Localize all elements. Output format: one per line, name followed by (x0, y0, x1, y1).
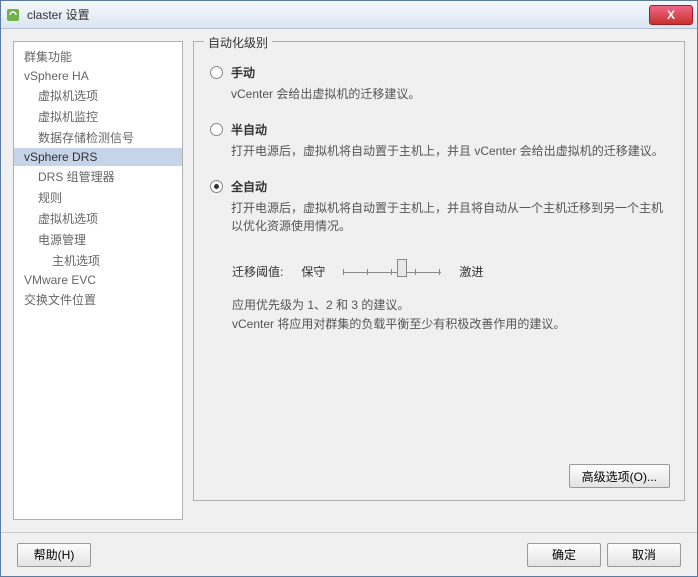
radio-label: 手动 (231, 64, 668, 81)
automation-option-full: 全自动打开电源后，虚拟机将自动置于主机上，并且将自动从一个主机迁移到另一个主机以… (210, 178, 668, 235)
threshold-info: 应用优先级为 1、2 和 3 的建议。 vCenter 将应用对群集的负载平衡至… (210, 296, 668, 334)
settings-window: claster 设置 X 群集功能vSphere HA虚拟机选项虚拟机监控数据存… (0, 0, 698, 577)
radio-description: vCenter 会给出虚拟机的迁移建议。 (231, 85, 668, 103)
sidebar-item[interactable]: 虚拟机选项 (14, 208, 182, 229)
sidebar-item[interactable]: 主机选项 (14, 250, 182, 271)
automation-option-manual: 手动 vCenter 会给出虚拟机的迁移建议。 (210, 64, 668, 103)
migration-threshold-row: 迁移阈值: 保守 激进 (210, 263, 668, 280)
content-area: 群集功能vSphere HA虚拟机选项虚拟机监控数据存储检测信号vSphere … (1, 29, 697, 532)
help-button[interactable]: 帮助(H) (17, 543, 91, 567)
sidebar-item[interactable]: 规则 (14, 187, 182, 208)
radio-label: 半自动 (231, 121, 668, 138)
sidebar-item[interactable]: 虚拟机监控 (14, 106, 182, 127)
sidebar-item[interactable]: 虚拟机选项 (14, 85, 182, 106)
cancel-button[interactable]: 取消 (607, 543, 681, 567)
radio-description: 打开电源后，虚拟机将自动置于主机上，并且将自动从一个主机迁移到另一个主机以优化资… (231, 199, 668, 235)
window-title: claster 设置 (27, 6, 649, 23)
radio-full[interactable] (210, 180, 223, 193)
close-button[interactable]: X (649, 5, 693, 25)
app-icon (5, 7, 21, 23)
threshold-slider[interactable] (343, 271, 441, 273)
footer: 帮助(H) 确定 取消 (1, 532, 697, 576)
sidebar-item[interactable]: 交换文件位置 (14, 289, 182, 310)
info-line: vCenter 将应用对群集的负载平衡至少有积极改善作用的建议。 (232, 315, 668, 334)
advanced-options-button[interactable]: 高级选项(O)... (569, 464, 670, 488)
titlebar: claster 设置 X (1, 1, 697, 29)
info-line: 应用优先级为 1、2 和 3 的建议。 (232, 296, 668, 315)
radio-description: 打开电源后，虚拟机将自动置于主机上，并且 vCenter 会给出虚拟机的迁移建议… (231, 142, 668, 160)
slider-left-label: 保守 (301, 263, 325, 280)
sidebar-item[interactable]: vSphere HA (14, 67, 182, 85)
fieldset-legend: 自动化级别 (204, 34, 272, 51)
automation-option-partial: 半自动打开电源后，虚拟机将自动置于主机上，并且 vCenter 会给出虚拟机的迁… (210, 121, 668, 160)
sidebar: 群集功能vSphere HA虚拟机选项虚拟机监控数据存储检测信号vSphere … (13, 41, 183, 520)
ok-button[interactable]: 确定 (527, 543, 601, 567)
radio-label: 全自动 (231, 178, 668, 195)
slider-right-label: 激进 (459, 263, 483, 280)
sidebar-item[interactable]: vSphere DRS (14, 148, 182, 166)
radio-manual[interactable] (210, 66, 223, 79)
radio-partial[interactable] (210, 123, 223, 136)
automation-level-fieldset: 自动化级别 手动vCenter 会给出虚拟机的迁移建议。半自动打开电源后，虚拟机… (193, 41, 685, 501)
slider-label: 迁移阈值: (232, 263, 283, 280)
sidebar-item[interactable]: VMware EVC (14, 271, 182, 289)
sidebar-item[interactable]: 电源管理 (14, 229, 182, 250)
slider-thumb[interactable] (397, 259, 407, 277)
main-panel: 自动化级别 手动vCenter 会给出虚拟机的迁移建议。半自动打开电源后，虚拟机… (193, 41, 685, 520)
sidebar-item[interactable]: 群集功能 (14, 46, 182, 67)
sidebar-item[interactable]: DRS 组管理器 (14, 166, 182, 187)
sidebar-item[interactable]: 数据存储检测信号 (14, 127, 182, 148)
